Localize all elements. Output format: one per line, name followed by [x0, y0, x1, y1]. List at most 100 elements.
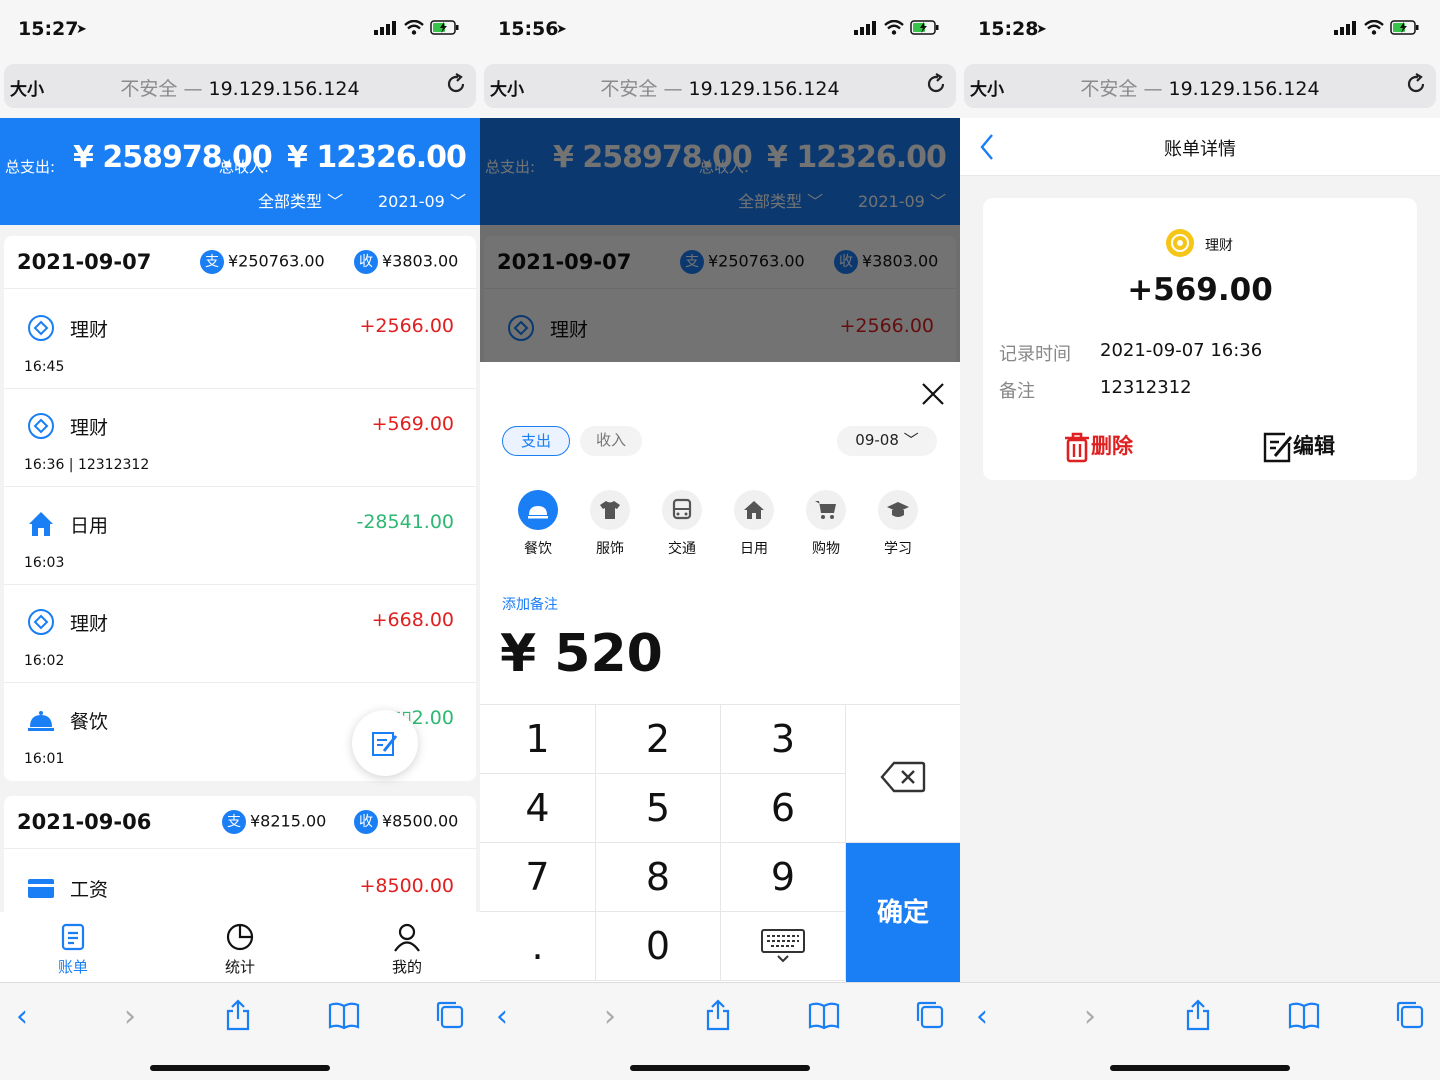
key-4[interactable]: 4 [480, 774, 596, 843]
trash-icon [1065, 432, 1089, 463]
tab-stats[interactable]: 统计 [210, 922, 270, 977]
browser-toolbar: ‹ › [480, 982, 960, 1080]
note-label: 备注 [999, 381, 1035, 402]
key-6[interactable]: 6 [721, 774, 846, 843]
category-study[interactable]: 学习 [863, 490, 933, 558]
day-expense: 支¥250763.00 [200, 250, 325, 274]
type-filter[interactable]: 全部类型 ﹀ [258, 188, 343, 212]
page-url[interactable]: 不安全 — 19.129.156.124 [960, 74, 1440, 101]
keyboard-icon [761, 929, 805, 963]
tabs-icon[interactable] [434, 999, 466, 1031]
finance-icon [28, 315, 54, 341]
back-icon[interactable]: ‹ [496, 999, 508, 1034]
key-1[interactable]: 1 [480, 705, 596, 774]
tabs-icon[interactable] [914, 999, 946, 1031]
back-icon[interactable]: ‹ [16, 999, 28, 1034]
status-time: 15:56 [498, 18, 559, 40]
chevron-down-icon: ﹀ [327, 192, 344, 211]
tab-label: 我的 [391, 958, 422, 976]
chevron-down-icon: ﹀ [903, 431, 919, 449]
battery-icon [430, 20, 459, 35]
key-dot[interactable]: . [480, 912, 596, 981]
home-indicator [1110, 1065, 1290, 1071]
share-icon[interactable] [704, 999, 732, 1031]
keypad: 1 2 3 4 5 6 7 8 9 . 0 确定 [480, 704, 960, 983]
reload-icon[interactable] [444, 72, 468, 96]
category-label: 交通 [668, 541, 696, 557]
share-icon[interactable] [1184, 999, 1212, 1031]
key-0[interactable]: 0 [596, 912, 721, 981]
list-item[interactable]: 理财 +668.00 16:02 [4, 585, 476, 683]
key-3[interactable]: 3 [721, 705, 846, 774]
category-daily[interactable]: 日用 [719, 490, 789, 558]
confirm-button[interactable]: 确定 [846, 843, 960, 983]
item-meta: 16:02 [24, 653, 65, 669]
bill-detail-card: 理财 +569.00 记录时间 2021-09-07 16:36 备注 1231… [983, 198, 1417, 480]
dining-bell-icon [528, 506, 548, 519]
add-entry-button[interactable] [352, 710, 418, 776]
category-transport[interactable]: 交通 [647, 490, 717, 558]
tabs-icon[interactable] [1394, 999, 1426, 1031]
type-income-button[interactable]: 收入 [580, 426, 642, 456]
graduation-cap-icon [887, 502, 909, 517]
share-icon[interactable] [224, 999, 252, 1031]
category-dining[interactable]: 餐饮 [503, 490, 573, 558]
key-8[interactable]: 8 [596, 843, 721, 912]
key-7[interactable]: 7 [480, 843, 596, 912]
total-income-value: ¥ 12326.00 [287, 140, 467, 175]
list-item[interactable]: 理财 +2566.00 16:45 [4, 291, 476, 389]
record-time-value: 2021-09-07 16:36 [1100, 340, 1263, 361]
type-expense-button[interactable]: 支出 [502, 426, 570, 456]
delete-button[interactable]: 删除 [1063, 430, 1133, 463]
day-header: 2021-09-06 支 ¥8215.00 收 ¥8500.00 [4, 796, 476, 849]
key-2[interactable]: 2 [596, 705, 721, 774]
bookmarks-icon[interactable] [808, 999, 840, 1031]
item-meta: 16:01 [24, 751, 65, 767]
day-date: 2021-09-06 [17, 810, 152, 834]
back-icon[interactable]: ‹ [976, 999, 988, 1034]
status-bar: 15:28 ➤ [960, 0, 1440, 60]
category-label: 服饰 [596, 541, 624, 557]
backspace-button[interactable] [846, 705, 960, 843]
ledger-screen: 15:27 ➤ 大小 不安全 — 19.129.156.124 总支出: ¥ 2… [0, 0, 480, 1080]
forward-icon[interactable]: › [124, 999, 136, 1034]
item-meta: 16:03 [24, 555, 65, 571]
not-secure-label: 不安全 — [600, 78, 683, 100]
forward-icon[interactable]: › [1084, 999, 1096, 1034]
bookmarks-icon[interactable] [1288, 999, 1320, 1031]
item-category: 理财 [70, 613, 109, 635]
reload-icon[interactable] [924, 72, 948, 96]
address-bar: 大小 不安全 — 19.129.156.124 [480, 60, 960, 118]
date-picker[interactable]: 09-08 ﹀ [837, 426, 937, 456]
tab-bills[interactable]: 账单 [43, 922, 103, 977]
host-label: 19.129.156.124 [1168, 78, 1320, 100]
cart-icon [815, 501, 836, 519]
key-9[interactable]: 9 [721, 843, 846, 912]
category-shopping[interactable]: 购物 [791, 490, 861, 558]
status-icons [374, 20, 460, 35]
edit-button[interactable]: 编辑 [1263, 430, 1335, 463]
finance-icon [28, 413, 54, 439]
page-url[interactable]: 不安全 — 19.129.156.124 [480, 74, 960, 101]
page-url[interactable]: 不安全 — 19.129.156.124 [0, 74, 480, 101]
wifi-icon [1364, 20, 1384, 35]
modal-overlay[interactable] [480, 118, 960, 362]
forward-icon[interactable]: › [604, 999, 616, 1034]
list-item[interactable]: 日用 -28541.00 16:03 [4, 487, 476, 585]
key-5[interactable]: 5 [596, 774, 721, 843]
shirt-icon [600, 501, 620, 519]
bookmarks-icon[interactable] [328, 999, 360, 1031]
item-amount: +2566.00 [359, 315, 455, 337]
bus-icon [672, 498, 692, 520]
close-icon[interactable] [921, 382, 945, 406]
reload-icon[interactable] [1404, 72, 1428, 96]
tab-profile[interactable]: 我的 [377, 922, 437, 977]
month-filter[interactable]: 2021-09 ﹀ [378, 188, 466, 212]
tab-label: 账单 [57, 958, 88, 976]
signal-icon [374, 20, 396, 35]
expense-tag: 支 [222, 810, 246, 834]
category-clothing[interactable]: 服饰 [575, 490, 645, 558]
hide-keyboard-button[interactable] [721, 912, 846, 981]
add-note-link[interactable]: 添加备注 [502, 594, 558, 614]
list-item[interactable]: 理财 +569.00 16:36 | 12312312 [4, 389, 476, 487]
